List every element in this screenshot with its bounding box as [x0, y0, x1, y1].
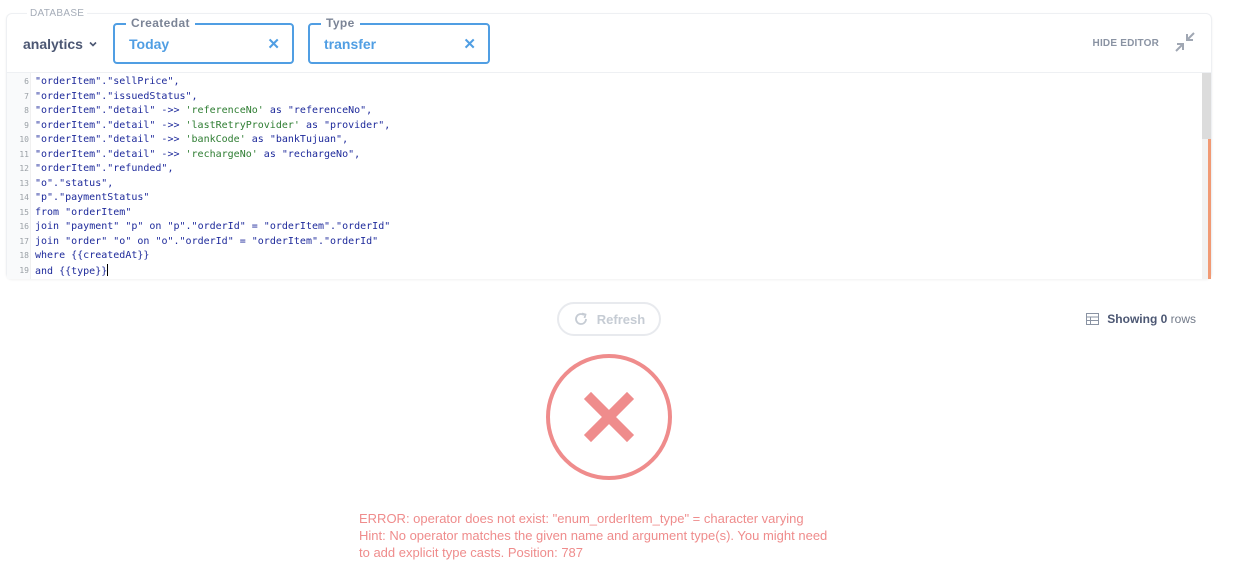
- row-count-indicator: Showing 0 rows: [1086, 312, 1196, 326]
- line-number: 7: [24, 91, 29, 101]
- error-message: ERROR: operator does not exist: "enum_or…: [359, 510, 879, 561]
- code-text: "orderItem"."detail" ->> 'rechargeNo' as…: [35, 148, 361, 160]
- line-number: 18: [19, 251, 29, 260]
- sql-code-area[interactable]: 6 "orderItem"."sellPrice", 7 "orderItem"."i…: [7, 72, 1211, 279]
- code-text: join "payment" "p" on "p"."orderId" = "o…: [35, 221, 391, 232]
- code-text: join "order" "o" on "o"."orderId" = "ord…: [35, 235, 379, 247]
- error-hint: Hint: No operator matches the given name…: [359, 528, 828, 543]
- refresh-button[interactable]: Refresh: [557, 302, 661, 336]
- code-line[interactable]: 7 "orderItem"."issuedStatus",: [7, 90, 1197, 105]
- table-icon: [1086, 313, 1100, 325]
- code-line[interactable]: 19 and {{type}}: [7, 263, 1197, 279]
- line-number: 16: [19, 222, 29, 231]
- code-text: and {{type}}: [35, 263, 109, 277]
- code-text: from "orderItem": [35, 206, 132, 218]
- refresh-label: Refresh: [596, 311, 646, 327]
- filter-label: Type: [321, 16, 360, 30]
- chevron-down-icon: [89, 41, 97, 47]
- line-number: 12: [19, 164, 29, 173]
- code-text: "orderItem"."issuedStatus",: [35, 90, 198, 102]
- database-caption: DATABASE: [27, 8, 88, 19]
- code-line[interactable]: 10 "orderItem"."detail" ->> 'bankCode' as…: [7, 133, 1197, 148]
- code-line[interactable]: 17 join "order" "o" on "o"."orderId" = "o…: [7, 235, 1197, 250]
- line-number: 17: [19, 236, 29, 246]
- rows-suffix: rows: [1170, 312, 1196, 326]
- native-query-editor: DATABASE analytics Createdat Today ✕ Typ…: [6, 8, 1212, 279]
- hide-editor-button[interactable]: HIDE EDITOR: [1093, 38, 1159, 49]
- scrollbar-thumb[interactable]: [1202, 73, 1211, 139]
- database-picker[interactable]: analytics: [23, 36, 97, 52]
- code-text: where {{createdAt}}: [35, 250, 150, 261]
- code-line[interactable]: 16 join "payment" "p" on "p"."orderId" = …: [7, 220, 1197, 235]
- row-count-text: Showing 0 rows: [1107, 312, 1196, 326]
- clear-icon[interactable]: ✕: [463, 35, 476, 53]
- filter-type[interactable]: Type transfer ✕: [308, 16, 490, 64]
- code-line[interactable]: 12 "orderItem"."refunded",: [7, 162, 1197, 177]
- showing-prefix: Showing: [1107, 312, 1158, 326]
- code-text: "o"."status",: [35, 177, 114, 189]
- error-x-icon: [546, 354, 672, 480]
- code-line[interactable]: 14 "p"."paymentStatus": [7, 191, 1197, 206]
- line-number: 8: [24, 106, 29, 115]
- line-number: 6: [24, 77, 29, 86]
- line-number: 19: [19, 265, 29, 275]
- line-number: 9: [24, 120, 29, 130]
- code-line[interactable]: 11 "orderItem"."detail" ->> 'rechargeNo' …: [7, 148, 1197, 163]
- line-number: 10: [19, 135, 29, 144]
- code-text: "orderItem"."detail" ->> 'bankCode' as "…: [35, 134, 349, 145]
- code-line[interactable]: 8 "orderItem"."detail" ->> 'referenceNo' …: [7, 104, 1197, 119]
- code-text: "p"."paymentStatus": [35, 192, 150, 203]
- clear-icon[interactable]: ✕: [267, 35, 280, 53]
- editor-toolbar: DATABASE analytics Createdat Today ✕ Typ…: [7, 8, 1211, 72]
- collapse-icon[interactable]: [1174, 31, 1196, 53]
- code-line[interactable]: 15 from "orderItem": [7, 206, 1197, 221]
- error-line: ERROR: operator does not exist: "enum_or…: [359, 511, 804, 526]
- row-count-value: 0: [1160, 312, 1168, 326]
- code-text: "orderItem"."detail" ->> 'referenceNo' a…: [35, 105, 373, 116]
- filter-value[interactable]: Today: [129, 36, 169, 52]
- filter-createdat[interactable]: Createdat Today ✕: [113, 16, 294, 64]
- resize-accent-bar: [1208, 139, 1211, 279]
- filter-value[interactable]: transfer: [324, 36, 376, 52]
- refresh-icon: [574, 312, 587, 325]
- line-number: 11: [19, 149, 29, 159]
- code-line[interactable]: 9 "orderItem"."detail" ->> 'lastRetryProv…: [7, 119, 1197, 134]
- line-number: 14: [19, 193, 29, 202]
- code-text: "orderItem"."sellPrice",: [35, 76, 180, 87]
- filter-label: Createdat: [126, 16, 195, 30]
- code-line[interactable]: 13 "o"."status",: [7, 177, 1197, 192]
- code-text: "orderItem"."detail" ->> 'lastRetryProvi…: [35, 119, 391, 131]
- text-cursor: [107, 263, 109, 276]
- database-name: analytics: [23, 36, 83, 52]
- error-hint-cont: to add explicit type casts. Position: 78…: [359, 545, 584, 560]
- code-text: "orderItem"."refunded",: [35, 163, 174, 174]
- line-number: 15: [19, 207, 29, 217]
- code-line[interactable]: 6 "orderItem"."sellPrice",: [7, 75, 1197, 90]
- line-number: 13: [19, 178, 29, 188]
- code-line[interactable]: 18 where {{createdAt}}: [7, 249, 1197, 264]
